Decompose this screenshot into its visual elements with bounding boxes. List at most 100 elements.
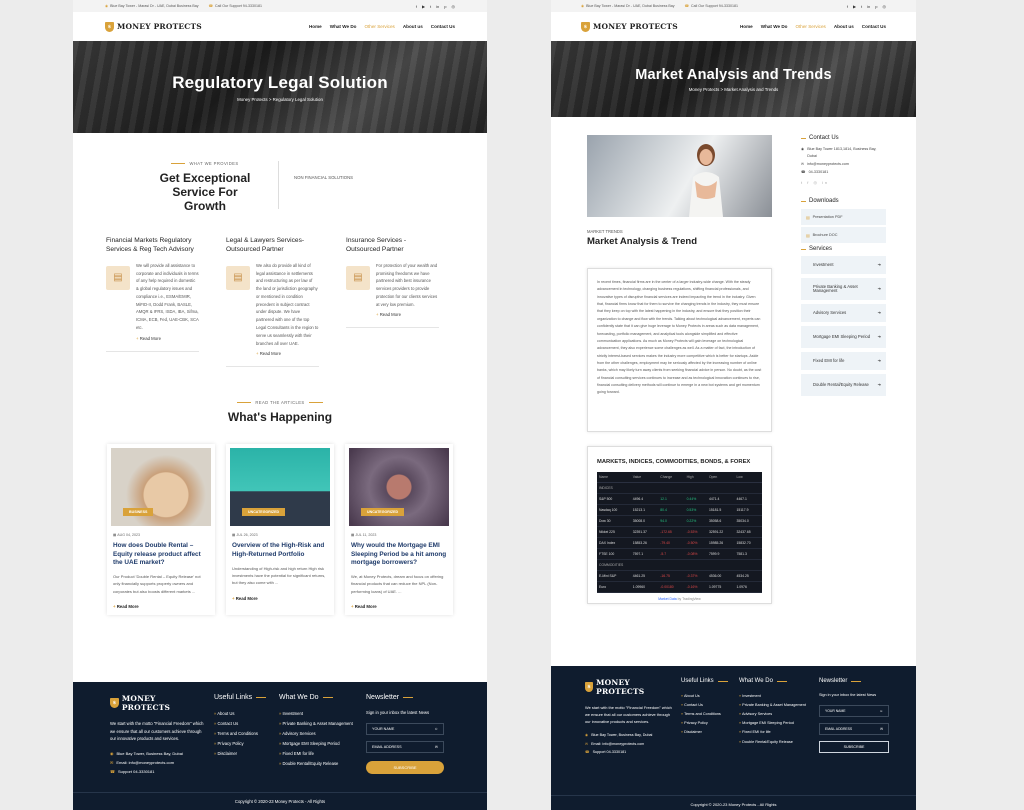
nav-about[interactable]: About us <box>403 24 423 29</box>
footer-link[interactable]: Terms and Conditions <box>214 729 270 739</box>
market-row[interactable]: DAX Index 15853.26 -79.40 -0.50% 15985.26 158… <box>597 537 762 549</box>
article-image: UNCATEGORIZED <box>349 448 449 527</box>
twitter-icon[interactable]: t <box>861 4 862 9</box>
sidebar-service-item[interactable]: Mortgage EMI Sleeping Period ➔ <box>801 326 886 349</box>
file-icon: ▤ <box>806 233 810 238</box>
sidebar-service-item[interactable]: Investment ➔ <box>801 256 886 275</box>
sidebar-email[interactable]: info@moneyprotects.com <box>807 161 849 168</box>
nav-what-we-do[interactable]: What We Do <box>761 24 788 29</box>
subscribe-button[interactable]: SUBSCRIBE <box>366 760 444 774</box>
footer-link[interactable]: Contact Us <box>214 719 270 729</box>
market-row[interactable]: FTSE 100 7597.1 -5.7 -0.08% 7599.9 7581.3 <box>597 548 762 560</box>
market-row[interactable]: S&P 500 4496.4 12.1 0.44% 4471.4 4467.1 <box>597 493 762 505</box>
footer-link[interactable]: Terms and Conditions <box>681 710 731 719</box>
non-financial-tab[interactable]: NON FINANCIAL SOLUTIONS <box>278 161 353 209</box>
divider <box>346 327 439 329</box>
footer-link[interactable]: Advisory Services <box>279 729 357 739</box>
instagram-icon[interactable]: ◎ <box>883 4 887 9</box>
nav-contact[interactable]: Contact Us <box>431 24 455 29</box>
sidebar-social-icons[interactable]: t f ◎ in <box>801 180 886 185</box>
market-row[interactable]: Nikkei 225 32391.37 -172.65 -0.53% 32591.22 3… <box>597 526 762 538</box>
sidebar-service-item[interactable]: Fixed EMI for life ➔ <box>801 352 886 371</box>
market-row[interactable]: E-Mini S&P 4461.25 -16.75 -0.37% 4536.00 4534… <box>597 570 762 582</box>
article-date: AUG 04, 2023 <box>117 533 140 538</box>
nav-home[interactable]: Home <box>309 24 322 29</box>
article-title[interactable]: How does Double Rental – Equity release … <box>113 542 209 567</box>
footer-phone[interactable]: 04-3330181 <box>133 769 154 774</box>
service-text: We will provide all assistance to corpor… <box>136 262 199 330</box>
page-title: Market Analysis and Trends <box>635 66 832 83</box>
market-row[interactable]: Dow 30 35008.0 94.0 0.22% 35058.6 35034.0 <box>597 515 762 527</box>
subscribe-button[interactable]: SUBSCRIBE <box>819 740 889 753</box>
article-card[interactable]: UNCATEGORIZED ▦ JUL 11, 2023 Why would t… <box>345 444 453 615</box>
linkedin-icon[interactable]: in <box>436 4 439 9</box>
footer-link[interactable]: Advisory Services <box>739 710 811 719</box>
email-input[interactable]: EMAIL ADDRESS ✉ <box>366 740 444 753</box>
footer-link[interactable]: Fixed EMI for life <box>279 749 357 759</box>
sidebar-service-item[interactable]: Double Rental/Equity Release ➔ <box>801 374 886 397</box>
article-title[interactable]: Why would the Mortgage EMI Sleeping Peri… <box>351 542 447 567</box>
calendar-icon: ▦ JUL 11, 2023 <box>351 533 377 538</box>
read-more-link[interactable]: Read More <box>232 596 328 601</box>
sidebar-phone[interactable]: 04-3330181 <box>809 169 829 176</box>
read-more-link[interactable]: Read More <box>256 351 319 356</box>
sidebar-service-item[interactable]: Advisory Services ➔ <box>801 304 886 323</box>
footer-link[interactable]: Mortgage EMI Sleeping Period <box>279 739 357 749</box>
footer-logo[interactable]: $ MONEY PROTECTS <box>110 694 205 712</box>
brand-logo[interactable]: $ MONEY PROTECTS <box>581 21 678 32</box>
nav-other-services[interactable]: Other Services <box>795 24 825 29</box>
pinterest-icon[interactable]: p <box>444 4 446 9</box>
footer-link[interactable]: Private Banking & Asset Management <box>279 719 357 729</box>
download-item[interactable]: ▤ Presentation PDF <box>801 209 886 226</box>
nav-other-services[interactable]: Other Services <box>364 24 394 29</box>
article-title[interactable]: Overview of the High-Risk and High-Retur… <box>232 542 328 559</box>
footer-link[interactable]: Privacy Policy <box>214 739 270 749</box>
nav-what-we-do[interactable]: What We Do <box>330 24 357 29</box>
download-item[interactable]: ▤ Brochure DOC <box>801 227 886 244</box>
instagram-icon[interactable]: ◎ <box>452 4 456 9</box>
read-more-link[interactable]: Read More <box>351 604 447 609</box>
facebook-icon[interactable]: f <box>416 4 417 9</box>
footer-link[interactable]: Fixed EMI for life <box>739 728 811 737</box>
facebook-icon[interactable]: f <box>847 4 848 9</box>
footer-email[interactable]: info@moneyprotects.com <box>602 742 644 746</box>
article-card[interactable]: BUSINESS ▦ AUG 04, 2023 How does Double … <box>107 444 215 615</box>
read-more-link[interactable]: Read More <box>136 336 199 341</box>
email-input[interactable]: EMAIL ADDRESS ✉ <box>819 722 889 735</box>
footer-link[interactable]: Private Banking & Asset Management <box>739 701 811 710</box>
footer-link[interactable]: Double Rental/Equity Release <box>279 759 357 769</box>
footer-link[interactable]: Double Rental/Equity Release <box>739 738 811 747</box>
read-more-link[interactable]: Read More <box>113 604 209 609</box>
article-card[interactable]: UNCATEGORIZED ▦ JUL 26, 2023 Overview of… <box>226 444 334 615</box>
footer-link[interactable]: Disclaimer <box>681 728 731 737</box>
footer-link[interactable]: Investment <box>739 692 811 701</box>
footer-link[interactable]: About Us <box>214 709 270 719</box>
footer-email[interactable]: info@moneyprotects.com <box>129 760 174 765</box>
sidebar-service-item[interactable]: Private Banking & Asset Management ➔ <box>801 278 886 301</box>
nav-about[interactable]: About us <box>834 24 854 29</box>
market-row[interactable]: Nasdaq 100 15213.1 80.4 0.53% 15181.5 15117.9 <box>597 504 762 516</box>
footer-logo[interactable]: $ MONEY PROTECTS <box>585 678 673 696</box>
market-row[interactable]: Euro 1.09960 -0.00180 -0.16% 1.09775 1.0976 <box>597 581 762 593</box>
footer-link[interactable]: Disclaimer <box>214 749 270 759</box>
article-excerpt: Understanding of High-risk and high retu… <box>232 565 326 586</box>
footer-link[interactable]: Investment <box>279 709 357 719</box>
market-cell: -0.53% <box>684 526 707 538</box>
youtube-icon[interactable]: ▶ <box>853 4 856 9</box>
youtube-icon[interactable]: ▶ <box>422 4 425 9</box>
footer-link[interactable]: Privacy Policy <box>681 719 731 728</box>
footer-link[interactable]: Contact Us <box>681 701 731 710</box>
twitter-icon[interactable]: t <box>430 4 431 9</box>
linkedin-icon[interactable]: in <box>867 4 870 9</box>
read-more-link[interactable]: Read More <box>376 312 439 317</box>
footer-phone[interactable]: 04-3330181 <box>607 750 627 754</box>
name-input[interactable]: YOUR NAME ☺ <box>366 722 444 735</box>
footer-link[interactable]: About Us <box>681 692 731 701</box>
nav-home[interactable]: Home <box>740 24 753 29</box>
footer-link[interactable]: Mortgage EMI Sleeping Period <box>739 719 811 728</box>
pinterest-icon[interactable]: p <box>875 4 877 9</box>
nav-contact[interactable]: Contact Us <box>862 24 886 29</box>
top-bar: ◉ Blue Bay Tower - Marasi Dr - UAE, Dubai… <box>551 0 916 12</box>
name-input[interactable]: YOUR NAME ☺ <box>819 704 889 717</box>
brand-logo[interactable]: $ MONEY PROTECTS <box>105 21 202 32</box>
